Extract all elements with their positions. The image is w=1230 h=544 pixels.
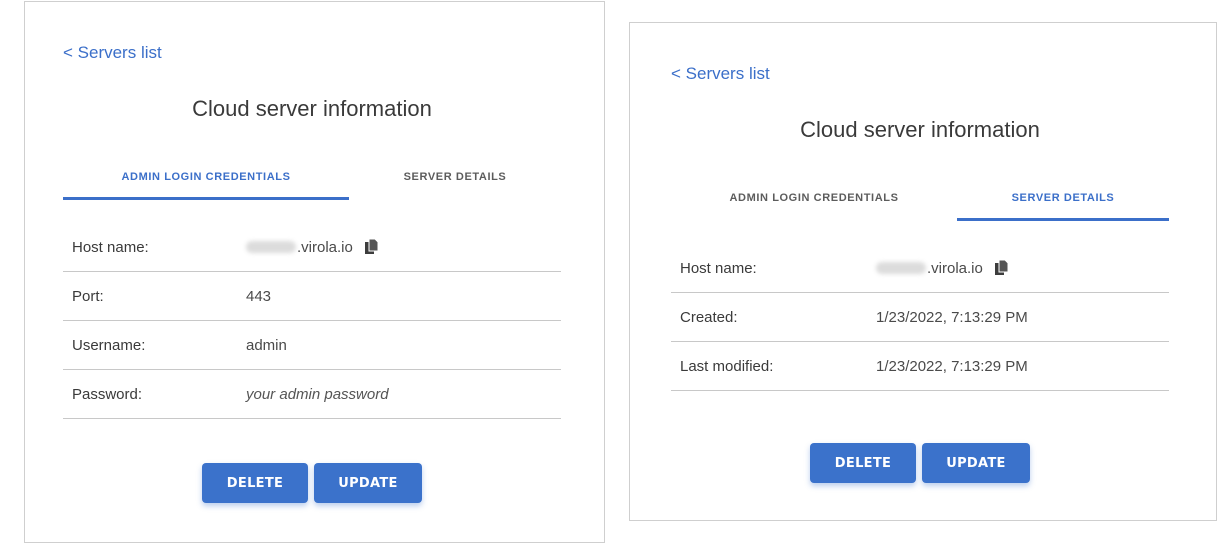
tab-server-details[interactable]: SERVER DETAILS [349,154,561,200]
password-value: your admin password [246,385,389,403]
host-name-label: Host name: [680,259,757,277]
copy-icon[interactable] [364,238,379,255]
host-name-label: Host name: [72,238,149,256]
credentials-table: Host name: .virola.io Port: 443 Username… [63,223,561,419]
last-modified-label: Last modified: [680,357,774,375]
username-label: Username: [72,336,146,354]
action-buttons: DELETE UPDATE [63,463,561,503]
tab-bar: ADMIN LOGIN CREDENTIALS SERVER DETAILS [63,154,561,200]
copy-icon[interactable] [994,259,1009,276]
server-details-table: Host name: .virola.io Created: 1/23/2022… [671,244,1169,391]
password-label: Password: [72,385,143,403]
tab-admin-login-credentials[interactable]: ADMIN LOGIN CREDENTIALS [671,175,957,221]
host-name-value-container: .virola.io [246,238,379,256]
port-label: Port: [72,287,104,305]
row-port: Port: 443 [63,272,561,321]
port-value: 443 [246,287,272,305]
action-buttons: DELETE UPDATE [671,443,1169,483]
row-host-name: Host name: .virola.io [671,244,1169,293]
row-password: Password: your admin password [63,370,561,419]
username-value: admin [246,336,287,354]
host-name-value-container: .virola.io [876,259,1009,277]
tab-server-details[interactable]: SERVER DETAILS [957,175,1169,221]
tab-admin-login-credentials[interactable]: ADMIN LOGIN CREDENTIALS [63,154,349,200]
created-value: 1/23/2022, 7:13:29 PM [876,308,1028,326]
tab-bar: ADMIN LOGIN CREDENTIALS SERVER DETAILS [671,175,1169,221]
server-info-panel-credentials: < Servers list Cloud server information … [24,1,605,543]
created-label: Created: [680,308,738,326]
host-name-value: .virola.io [297,238,353,256]
servers-list-back-link[interactable]: < Servers list [63,43,162,63]
host-name-value: .virola.io [927,259,983,277]
delete-button[interactable]: DELETE [202,463,308,503]
row-username: Username: admin [63,321,561,370]
servers-list-back-link[interactable]: < Servers list [671,64,770,84]
page-title: Cloud server information [800,117,1040,142]
redacted-hostname-prefix [246,241,296,253]
row-last-modified: Last modified: 1/23/2022, 7:13:29 PM [671,342,1169,391]
update-button[interactable]: UPDATE [314,463,422,503]
update-button[interactable]: UPDATE [922,443,1030,483]
last-modified-value: 1/23/2022, 7:13:29 PM [876,357,1028,375]
row-created: Created: 1/23/2022, 7:13:29 PM [671,293,1169,342]
page-title: Cloud server information [192,96,432,121]
server-info-panel-details: < Servers list Cloud server information … [629,22,1217,521]
row-host-name: Host name: .virola.io [63,223,561,272]
delete-button[interactable]: DELETE [810,443,916,483]
redacted-hostname-prefix [876,262,926,274]
